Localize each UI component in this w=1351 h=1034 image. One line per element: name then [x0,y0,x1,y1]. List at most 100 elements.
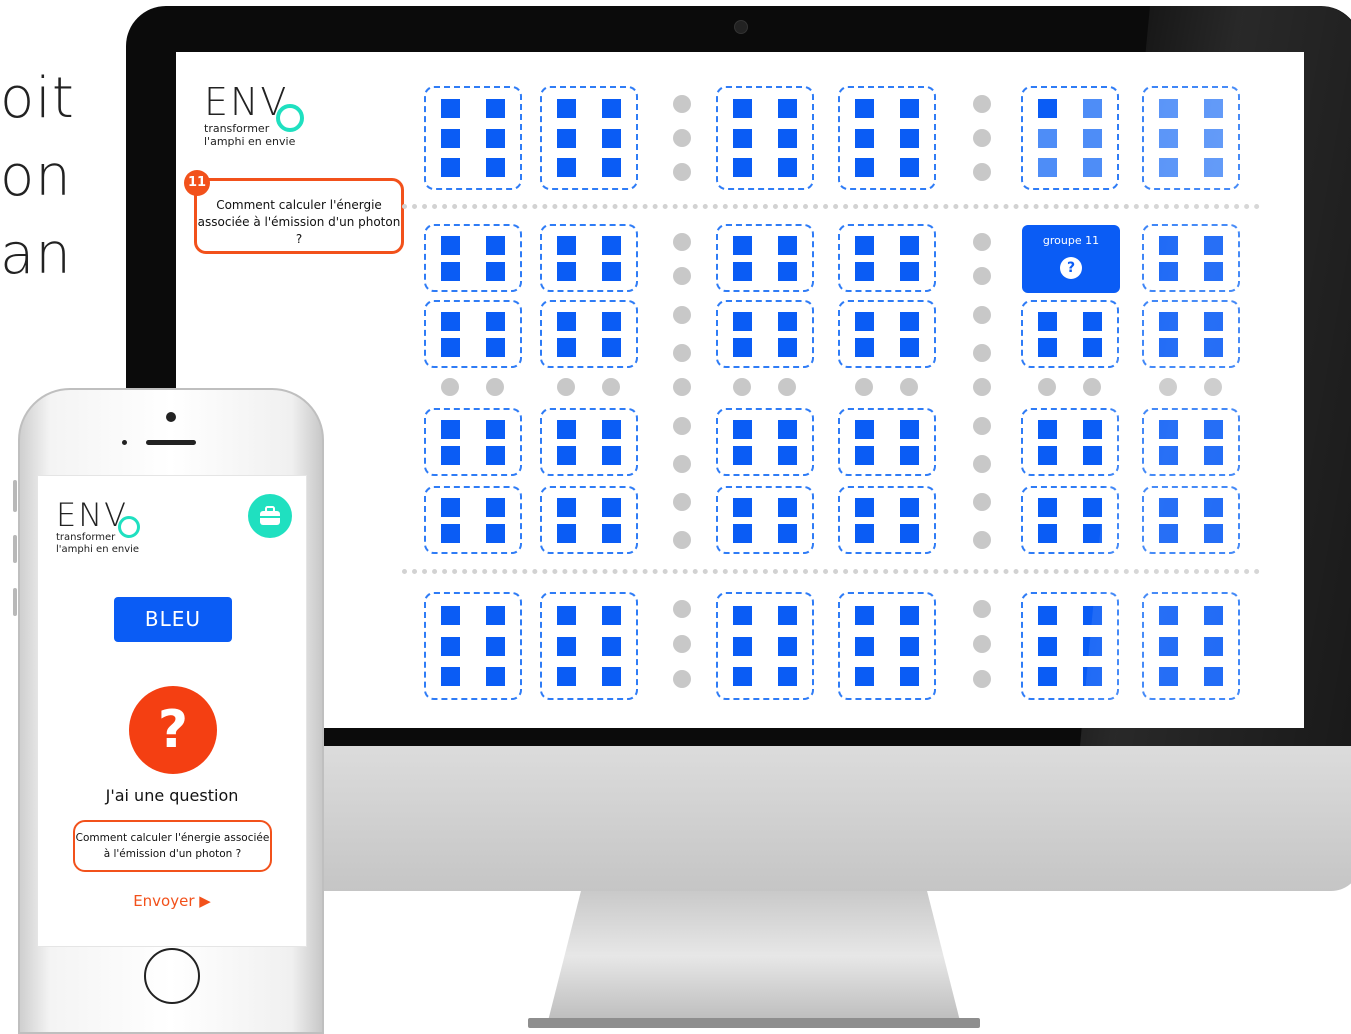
seat[interactable] [733,445,752,465]
seat[interactable] [733,523,752,543]
seat[interactable] [900,667,919,687]
seat[interactable] [602,128,621,148]
seat[interactable] [557,419,576,439]
desk-group[interactable] [424,224,522,292]
seat[interactable] [602,497,621,517]
seat[interactable] [557,235,576,255]
seat[interactable] [733,419,752,439]
seat[interactable] [486,419,505,439]
seat[interactable] [557,261,576,281]
question-bubble[interactable]: Comment calculer l'énergie associée à l'… [194,178,404,254]
seat[interactable] [486,523,505,543]
seat[interactable] [557,667,576,687]
seat[interactable] [1038,99,1057,119]
seat[interactable] [778,157,797,177]
seat[interactable] [602,605,621,625]
seat[interactable] [557,605,576,625]
seat[interactable] [441,128,460,148]
desk-group[interactable] [540,408,638,476]
seat[interactable] [557,636,576,656]
desk-group[interactable] [716,592,814,700]
seat[interactable] [778,636,797,656]
seat[interactable] [1038,157,1057,177]
seat[interactable] [900,636,919,656]
seat[interactable] [1083,497,1102,517]
seat[interactable] [733,157,752,177]
seat[interactable] [1083,523,1102,543]
seat[interactable] [855,157,874,177]
seat[interactable] [602,523,621,543]
seat[interactable] [855,261,874,281]
seat[interactable] [486,636,505,656]
seat[interactable] [1038,445,1057,465]
seat[interactable] [486,497,505,517]
seat[interactable] [602,667,621,687]
seat[interactable] [486,261,505,281]
seat[interactable] [778,311,797,331]
seat[interactable] [778,667,797,687]
desk-group[interactable] [1021,86,1119,190]
seat[interactable] [855,235,874,255]
seat[interactable] [441,337,460,357]
seat[interactable] [602,445,621,465]
seat[interactable] [855,311,874,331]
seat[interactable] [557,445,576,465]
desk-group[interactable] [716,486,814,554]
seat[interactable] [733,337,752,357]
seat[interactable] [486,445,505,465]
seat[interactable] [486,667,505,687]
seat[interactable] [602,636,621,656]
seat[interactable] [441,311,460,331]
seat[interactable] [1038,419,1057,439]
seat[interactable] [486,337,505,357]
seat[interactable] [855,445,874,465]
seat[interactable] [900,605,919,625]
seat[interactable] [1083,445,1102,465]
desk-group[interactable] [838,86,936,190]
desk-group[interactable] [1021,408,1119,476]
desk-group[interactable] [540,486,638,554]
seat[interactable] [778,261,797,281]
seat[interactable] [1038,128,1057,148]
seat[interactable] [733,667,752,687]
desk-group[interactable] [1021,300,1119,368]
seat[interactable] [900,235,919,255]
seat[interactable] [441,667,460,687]
seat[interactable] [602,261,621,281]
seat[interactable] [855,419,874,439]
seat[interactable] [1083,311,1102,331]
seat[interactable] [441,605,460,625]
seat[interactable] [733,605,752,625]
seat[interactable] [733,311,752,331]
seat[interactable] [778,445,797,465]
seat[interactable] [900,157,919,177]
seat[interactable] [1038,636,1057,656]
seat[interactable] [1038,497,1057,517]
seat[interactable] [557,99,576,119]
seat[interactable] [441,523,460,543]
seat[interactable] [900,419,919,439]
seat[interactable] [733,128,752,148]
seat[interactable] [441,497,460,517]
seat[interactable] [1038,311,1057,331]
seat[interactable] [1083,128,1102,148]
desk-group[interactable] [838,300,936,368]
seat[interactable] [1083,337,1102,357]
question-icon[interactable]: ? [129,686,217,774]
home-button[interactable] [144,948,200,1004]
desk-group[interactable] [716,86,814,190]
seat[interactable] [441,99,460,119]
desk-group[interactable] [540,86,638,190]
seat[interactable] [733,636,752,656]
seat[interactable] [900,311,919,331]
group-card[interactable]: groupe 11 ? [1022,225,1120,293]
send-button[interactable]: Envoyer ▶ [38,892,306,910]
seat[interactable] [855,605,874,625]
desk-group[interactable] [540,300,638,368]
seat[interactable] [855,667,874,687]
desk-group[interactable] [716,224,814,292]
seat[interactable] [733,261,752,281]
seat[interactable] [441,445,460,465]
seat[interactable] [557,128,576,148]
desk-group[interactable] [716,408,814,476]
